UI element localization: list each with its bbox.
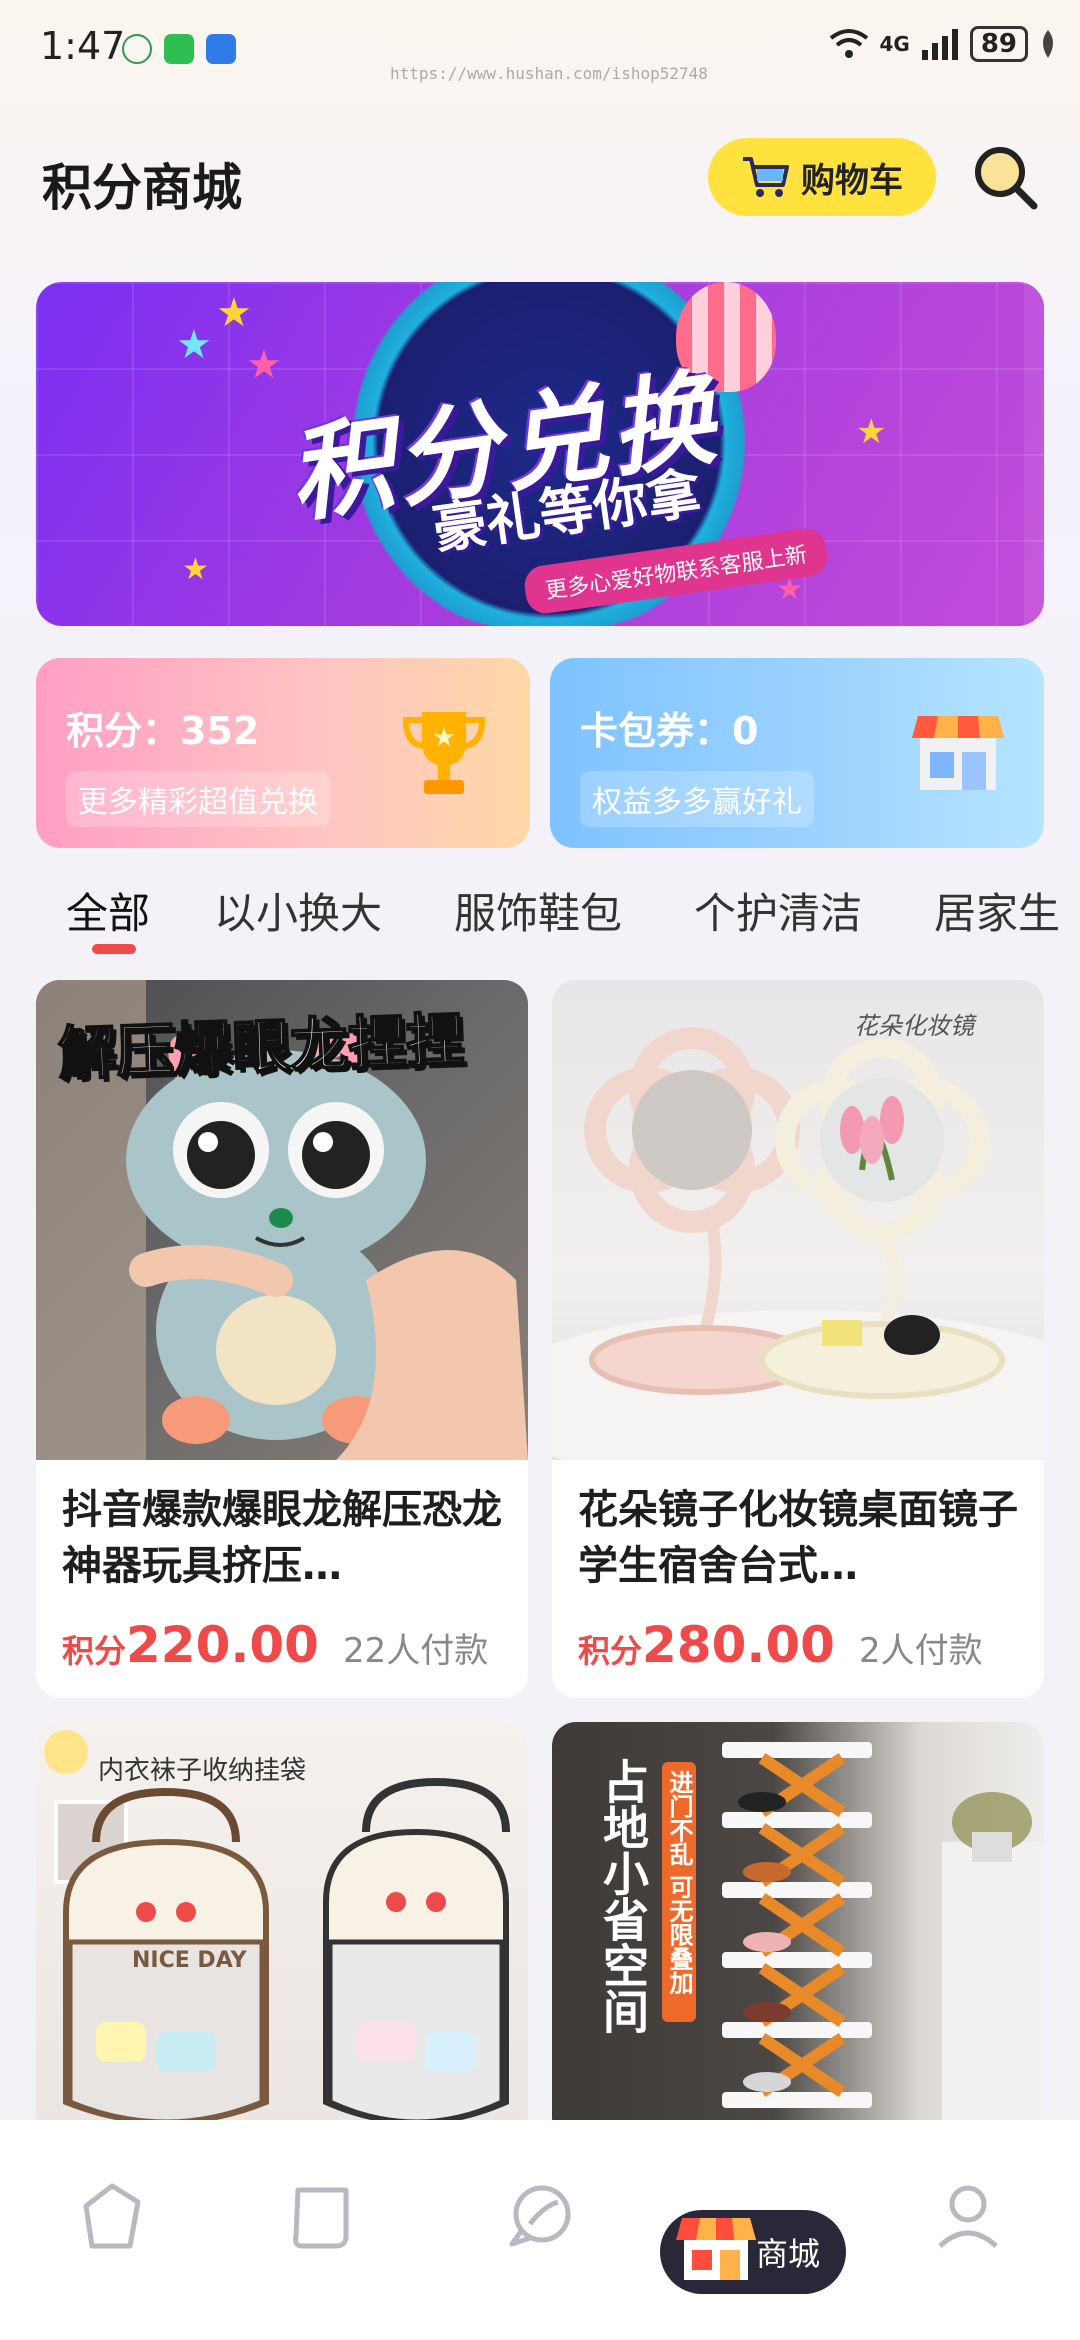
product-card[interactable]: 解压爆眼龙捏捏 抖音爆款爆眼龙解压恐龙神器玩具挤压… 积分 220.00 22人… (36, 980, 528, 1698)
battery-indicator: 89 (969, 26, 1028, 62)
nav-shop-tab[interactable]: 商城 (660, 2210, 846, 2294)
tab-personal-care[interactable]: 个护清洁 (694, 880, 862, 941)
product-image[interactable]: 花朵化妆镜 (552, 980, 1044, 1460)
tab-active-indicator (92, 944, 136, 954)
store-icon (912, 716, 1004, 790)
price-prefix: 积分 (578, 1632, 643, 1670)
product-image-badge: NICE DAY (132, 1948, 247, 1973)
search-icon[interactable] (968, 140, 1040, 212)
product-image[interactable]: 解压爆眼龙捏捏 (36, 980, 528, 1460)
price-value: 280.00 (642, 1616, 835, 1674)
product-image[interactable]: 占地小省空间 进门不乱 可无限叠加 (552, 1722, 1044, 2142)
product-card[interactable]: 花朵化妆镜 花朵镜子化妆镜桌面镜子学生宿舍台式… 积分 280.00 2人付款 (552, 980, 1044, 1698)
price-prefix: 积分 (62, 1632, 127, 1670)
product-image[interactable]: 内衣袜子收纳挂袋 NICE DAY (36, 1722, 528, 2142)
tab-all[interactable]: 全部 (66, 880, 150, 941)
points-card[interactable]: 积分：352 更多精彩超值兑换 ★ (36, 658, 530, 848)
product-body: 花朵镜子化妆镜桌面镜子学生宿舍台式… 积分 280.00 2人付款 (552, 1460, 1044, 1674)
status-time: 1:47 (40, 24, 126, 68)
nav-shop-label: 商城 (755, 2235, 820, 2273)
price-row: 积分 220.00 22人付款 (62, 1616, 502, 1674)
trophy-icon: ★ (402, 712, 486, 794)
notebook-icon[interactable] (282, 2176, 362, 2256)
tab-small-for-big[interactable]: 以小换大 (214, 880, 382, 941)
category-tabs: 全部 以小换大 服饰鞋包 个护清洁 居家生 (0, 880, 1080, 970)
star-icon: ★ (246, 342, 282, 388)
tab-apparel[interactable]: 服饰鞋包 (454, 880, 622, 941)
star-icon: ★ (182, 552, 209, 587)
coupon-subtitle: 权益多多赢好礼 (580, 771, 814, 827)
bottom-nav (0, 2120, 1080, 2340)
product-card[interactable]: 内衣袜子收纳挂袋 NICE DAY (36, 1722, 528, 2142)
flower-mirror-illustration (552, 1027, 1044, 1460)
product-title: 抖音爆款爆眼龙解压恐龙神器玩具挤压… (62, 1487, 502, 1589)
status-right: 4G 89 (829, 26, 1058, 62)
points-subtitle: 更多精彩超值兑换 (66, 771, 330, 827)
store-icon (676, 2218, 756, 2280)
alipay-icon (206, 34, 236, 64)
notification-icons (122, 34, 236, 64)
product-image-text: 内衣袜子收纳挂袋 (98, 1756, 307, 1786)
wifi-icon (830, 29, 869, 58)
product-title: 花朵镜子化妆镜桌面镜子学生宿舍台式… (578, 1487, 1018, 1589)
product-image-text: 花朵化妆镜 (854, 1012, 974, 1040)
product-body: 抖音爆款爆眼龙解压恐龙神器玩具挤压… 积分 220.00 22人付款 (36, 1460, 528, 1674)
product-card[interactable]: 占地小省空间 进门不乱 可无限叠加 (552, 1722, 1044, 2142)
product-image-subtext: 进门不乱 可无限叠加 (662, 1762, 696, 2022)
page-title: 积分商城 (42, 159, 242, 217)
app-notification-icon (122, 34, 152, 64)
profile-icon[interactable] (928, 2176, 1008, 2256)
star-icon: ★ (176, 322, 212, 368)
promo-banner[interactable]: ★ ★ ★ ★ ★ ★ 积分兑换 豪礼等你拿 更多心爱好物联系客服上新 (36, 282, 1044, 626)
wechat-icon (164, 34, 194, 64)
product-image-text: 解压爆眼龙捏捏 (56, 1005, 466, 1089)
coupon-card[interactable]: 卡包券：0 权益多多赢好礼 (550, 658, 1044, 848)
watermark-url: https://www.hushan.com/ishop52748 (390, 64, 708, 83)
leaf-icon (1043, 30, 1053, 58)
status-bar: 1:47 https://www.hushan.com/ishop52748 4… (0, 0, 1080, 100)
sold-count: 22人付款 (342, 1631, 489, 1671)
price-row: 积分 280.00 2人付款 (578, 1616, 1018, 1674)
cart-button[interactable]: 购物车 (708, 138, 936, 216)
product-image-text: 占地小省空间 (596, 1758, 650, 2034)
star-icon: ★ (856, 412, 887, 452)
signal-icon (921, 29, 958, 60)
network-type: 4G (879, 32, 910, 56)
sold-count: 2人付款 (858, 1631, 983, 1671)
tab-home[interactable]: 居家生 (934, 880, 1060, 941)
chat-icon[interactable] (500, 2176, 580, 2256)
svg-text:★: ★ (432, 723, 455, 753)
home-icon[interactable] (72, 2176, 152, 2256)
cart-label: 购物车 (801, 160, 903, 201)
cart-icon (743, 157, 789, 197)
star-icon: ★ (216, 290, 252, 336)
price-value: 220.00 (126, 1616, 319, 1674)
